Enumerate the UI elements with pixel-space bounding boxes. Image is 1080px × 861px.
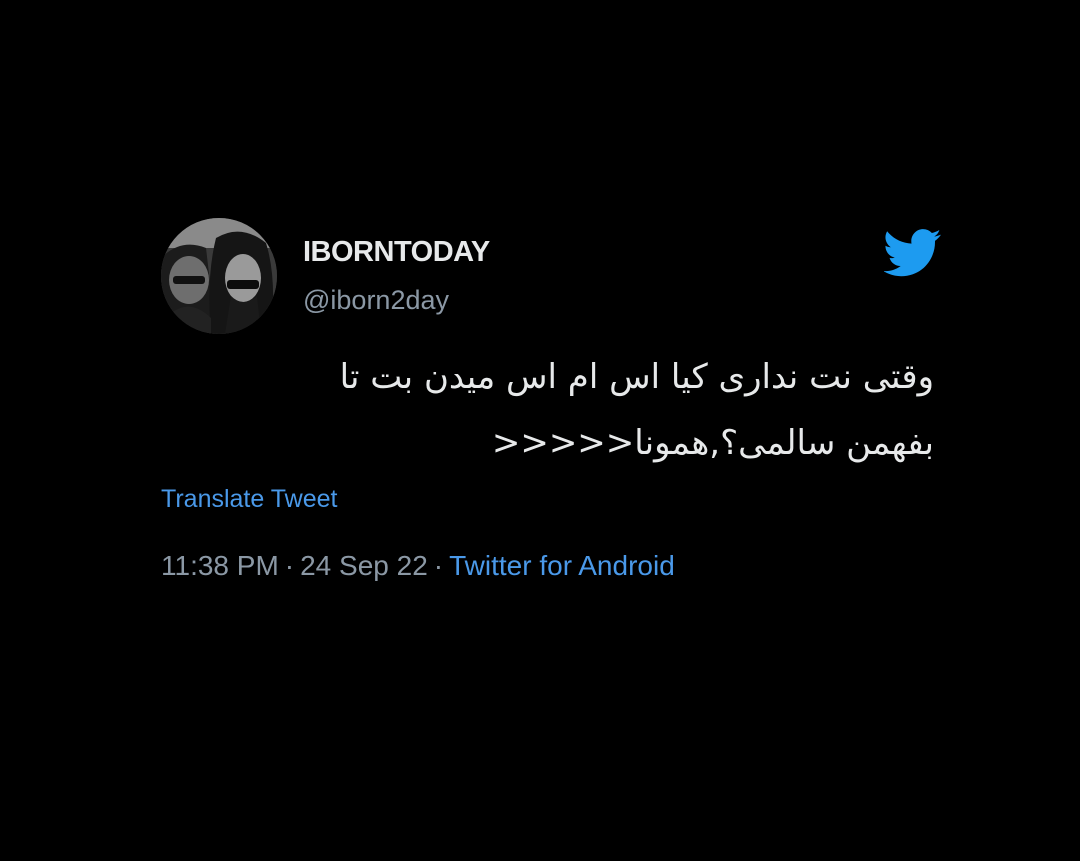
separator: · [433,550,444,581]
tweet-text-line: وقتی نت نداری کیا اس ام اس میدن بت تا [339,357,934,397]
tweet-metadata: 11:38 PM · 24 Sep 22 · Twitter for Android [161,550,675,582]
tweet-text-line: بفهمن سالمی؟,همونا<<<<< [491,423,934,463]
tweet-date[interactable]: 24 Sep 22 [300,550,428,581]
profile-avatar[interactable] [161,218,277,334]
user-handle[interactable]: @iborn2day [303,285,449,316]
display-name[interactable]: IBORNTODAY [303,236,490,269]
tweet-time[interactable]: 11:38 PM [161,550,279,581]
tweet-text: وقتی نت نداری کیا اس ام اس میدن بت تا بف… [134,344,934,476]
separator: · [284,550,295,581]
translate-tweet-link[interactable]: Translate Tweet [161,485,337,514]
avatar-image [161,218,277,334]
twitter-bird-icon [884,229,942,277]
tweet-card: IBORNTODAY @iborn2day وقتی نت نداری کیا … [0,0,1080,861]
tweet-source-link[interactable]: Twitter for Android [449,550,675,581]
